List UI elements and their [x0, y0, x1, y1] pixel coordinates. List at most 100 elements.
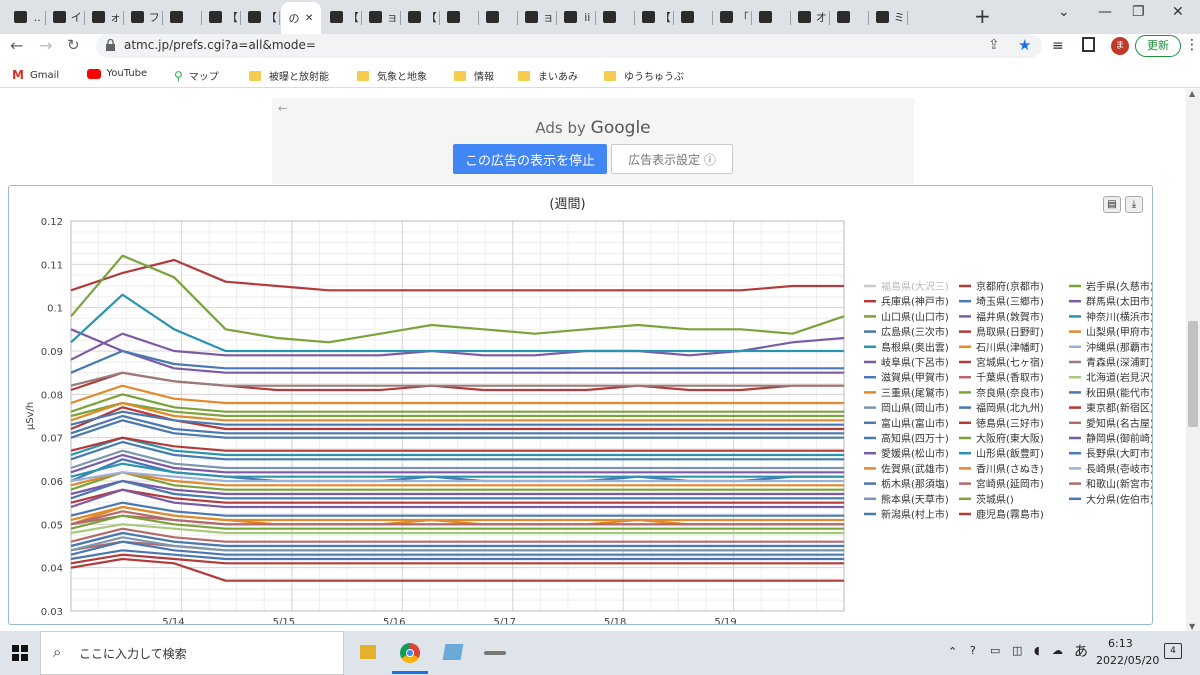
menu-icon[interactable]: ⋮ [1185, 37, 1199, 53]
taskbar-search-box[interactable]: ⌕ ここに入力して検索 [40, 631, 344, 675]
battery-icon[interactable]: ▭ [990, 644, 1000, 657]
forward-icon[interactable]: → [39, 36, 52, 55]
browser-tab[interactable]: ョ [519, 5, 555, 29]
browser-tab[interactable]: の ✕ [281, 2, 321, 34]
legend-item: 宮崎県(延岡市) [976, 478, 1044, 491]
browser-tab[interactable] [441, 5, 477, 29]
people-icon[interactable]: ⌃ [948, 645, 957, 658]
x-tick-label: 5/18 [604, 617, 626, 624]
legend-item: 富山県(富山市) [881, 417, 949, 430]
chrome-taskbar-icon[interactable] [400, 643, 420, 663]
legend-item: 鳥取県(日野町) [976, 326, 1044, 339]
tab-close-icon[interactable]: ✕ [305, 13, 313, 24]
volume-icon[interactable]: ◖ [1034, 644, 1040, 657]
print-icon[interactable]: ▤ [1103, 196, 1121, 213]
browser-tab[interactable] [480, 5, 516, 29]
pen-icon[interactable] [484, 651, 506, 655]
browser-tab[interactable]: 「 [714, 5, 750, 29]
bookmark-item[interactable]: 被曝と放射能 [249, 68, 329, 83]
legend-item: 広島県(三次市) [881, 326, 949, 339]
bookmark-label: 気象と地象 [377, 72, 427, 83]
browser-tab[interactable]: 【 [203, 5, 239, 29]
profile-avatar[interactable]: ま [1111, 37, 1129, 55]
browser-tab[interactable]: 【 [324, 5, 360, 29]
tab-title: 「 [737, 11, 749, 24]
onedrive-icon[interactable]: ☁ [1052, 644, 1063, 657]
side-panel-icon[interactable] [1082, 37, 1095, 52]
browser-tab[interactable]: フ [125, 5, 161, 29]
legend-item: 東京都(新宿区) [1086, 402, 1152, 415]
page-scrollbar[interactable]: ▲ ▼ [1186, 89, 1200, 631]
browser-tab[interactable]: ミ [870, 5, 906, 29]
browser-tab[interactable]: ョ [363, 5, 399, 29]
bookmark-item[interactable]: ゆうちゅうぶ [604, 68, 684, 83]
bookmark-item[interactable]: 情報 [454, 68, 494, 83]
browser-tab[interactable]: 【 [402, 5, 438, 29]
browser-tab[interactable] [675, 5, 711, 29]
update-button[interactable]: 更新 [1135, 35, 1181, 57]
ad-stop-button[interactable]: この広告の表示を停止 [453, 144, 607, 174]
bookmark-item[interactable]: 気象と地象 [357, 68, 427, 83]
browser-tab[interactable] [753, 5, 789, 29]
browser-tab[interactable] [164, 5, 200, 29]
tab-title: 【 [659, 11, 671, 24]
legend-item: 青森県(深浦町) [1086, 356, 1152, 369]
browser-tab[interactable]: ォ [86, 5, 122, 29]
browser-tab[interactable]: 【 [242, 5, 278, 29]
page-content: ← Ads by Google この広告の表示を停止 広告表示設定 ⓘ 0.03… [0, 89, 1186, 631]
tab-title: の [288, 12, 300, 25]
ad-settings-button[interactable]: 広告表示設定 ⓘ [611, 144, 733, 174]
tab-favicon-icon [248, 11, 261, 23]
back-icon[interactable]: ← [10, 36, 23, 55]
close-window-icon[interactable]: ✕ [1172, 4, 1184, 20]
ad-back-icon[interactable]: ← [278, 102, 287, 115]
browser-tab[interactable] [831, 5, 867, 29]
clock-time[interactable]: 6:13 [1108, 637, 1133, 650]
minimize-icon[interactable]: — [1098, 4, 1112, 20]
new-tab-button[interactable]: + [974, 4, 991, 28]
share-icon[interactable]: ⇪ [988, 37, 1000, 53]
bookmark-item[interactable]: まいあみ [518, 68, 578, 83]
tab-favicon-icon [92, 11, 105, 23]
reload-icon[interactable]: ↻ [67, 36, 80, 54]
browser-tab[interactable]: .. [8, 5, 44, 29]
tab-favicon-icon [759, 11, 772, 23]
tab-title: ョ [542, 11, 554, 24]
help-icon[interactable]: ? [970, 644, 976, 657]
legend-item: 熊本県(天草市) [881, 493, 949, 506]
bookmark-star-icon[interactable]: ★ [1018, 36, 1031, 54]
x-tick-label: 5/19 [714, 617, 736, 624]
notification-icon[interactable]: 4 [1164, 643, 1182, 659]
x-tick-label: 5/17 [493, 617, 515, 624]
browser-tab[interactable]: イ [47, 5, 83, 29]
browser-tab[interactable] [597, 5, 633, 29]
file-explorer-icon[interactable] [360, 645, 376, 659]
tab-favicon-icon [642, 11, 655, 23]
y-tick-label: 0.12 [41, 217, 63, 228]
legend-item: 石川県(津幡町) [976, 341, 1044, 354]
legend-item: 香川県(さぬき) [976, 463, 1044, 475]
clock-date[interactable]: 2022/05/20 [1096, 654, 1159, 667]
legend-item: 滋賀県(甲賀市) [881, 371, 949, 384]
bookmark-item[interactable]: ⚲ マップ [174, 68, 219, 84]
browser-tab[interactable]: オ [792, 5, 828, 29]
x-tick-label: 5/16 [383, 617, 405, 624]
maximize-icon[interactable]: ❐ [1132, 4, 1145, 20]
app-icon[interactable] [442, 644, 464, 660]
bookmark-label: YouTube [106, 68, 148, 79]
url-text: atmc.jp/prefs.cgi?a=all&mode= [124, 38, 316, 52]
reading-list-icon[interactable]: ≡ [1052, 38, 1064, 54]
bookmark-item[interactable]: YouTube [86, 68, 148, 79]
scrollbar-thumb[interactable] [1188, 321, 1198, 427]
network-icon[interactable]: ◫ [1012, 644, 1022, 657]
chevron-down-icon[interactable]: ⌄ [1058, 4, 1070, 20]
download-icon[interactable]: ⤓ [1125, 196, 1143, 213]
tab-title: 【 [226, 11, 238, 24]
browser-tab[interactable]: 【 [636, 5, 672, 29]
address-bar[interactable]: atmc.jp/prefs.cgi?a=all&mode= ⇪ ★ [96, 34, 1042, 58]
browser-tab[interactable]: ii [558, 5, 594, 29]
ime-indicator[interactable]: あ [1074, 641, 1088, 661]
legend-item: 山口県(山口市) [881, 310, 949, 323]
bookmark-item[interactable]: M Gmail [12, 68, 59, 82]
windows-start-icon[interactable] [12, 645, 28, 661]
